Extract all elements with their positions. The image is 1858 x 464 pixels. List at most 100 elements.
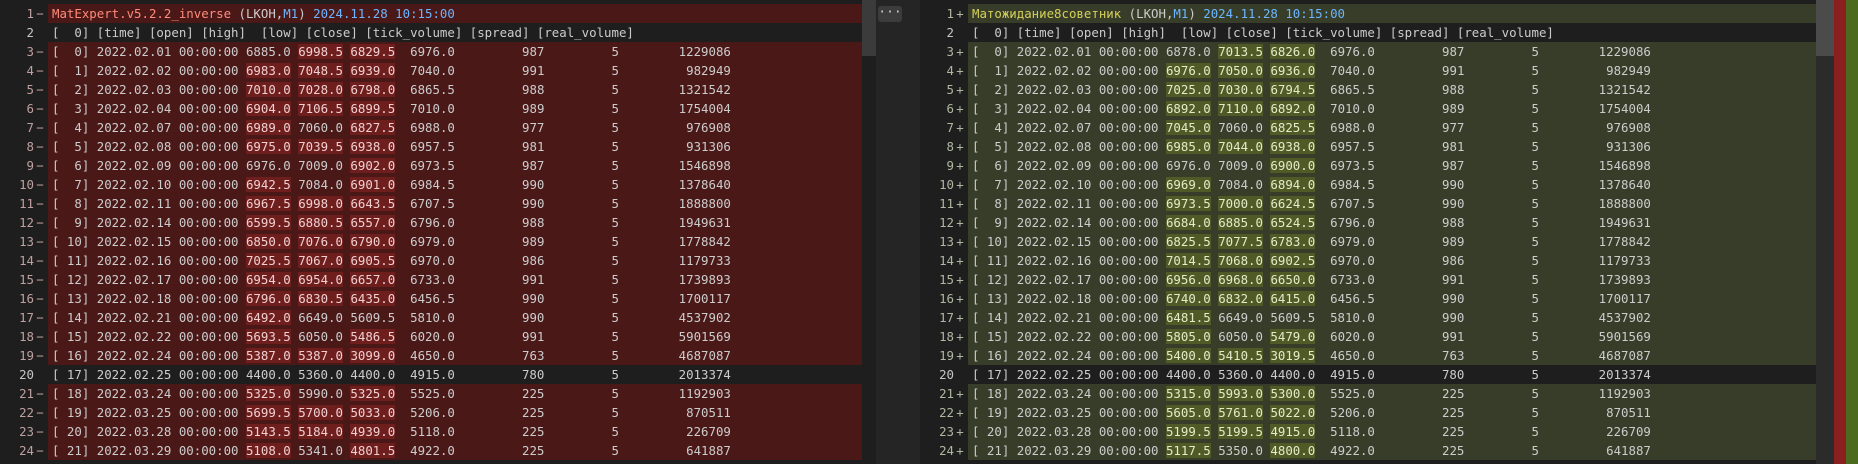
changed-value: 6902.0	[350, 158, 396, 173]
changed-value: 6850.0	[245, 234, 291, 249]
diff-original-pane[interactable]: 1− MatExpert.v5.2.2_inverse (LKOH,M1) 202…	[0, 0, 876, 464]
diff-line[interactable]: 18 + [ 15] 2022.02.22 00:00:00 5805.0 6050…	[920, 327, 1858, 346]
removed-marker: −	[36, 253, 44, 268]
text-segment: 7040.0 991 5 982949	[1315, 63, 1651, 78]
diff-line[interactable]: 2 [ 0] [time] [open] [high] [low] [close]…	[920, 23, 1858, 42]
changed-value: 5410.5	[1218, 348, 1263, 363]
diff-line[interactable]: 13−[ 10] 2022.02.15 00:00:00 6850.0 7076…	[0, 232, 876, 251]
text-segment: [ 18] 2022.03.24 00:00:00	[52, 386, 246, 401]
text-segment: [ 16] 2022.02.24 00:00:00	[972, 348, 1166, 363]
changed-value: 7025.5	[245, 253, 291, 268]
line-content: [ 2] 2022.02.03 00:00:00 7025.0 7030.0 6…	[968, 80, 1858, 99]
line-number: 11	[19, 196, 34, 211]
diff-line[interactable]: 18−[ 15] 2022.02.22 00:00:00 5693.5 6050…	[0, 327, 876, 346]
changed-value: 6825.5	[1270, 120, 1316, 135]
diff-line[interactable]: 20 [ 17] 2022.02.25 00:00:00 4400.0 5360.…	[0, 365, 876, 384]
diff-line[interactable]: 12 + [ 9] 2022.02.14 00:00:00 6684.0 6885.…	[920, 213, 1858, 232]
diff-line[interactable]: 14−[ 11] 2022.02.16 00:00:00 7025.5 7067…	[0, 251, 876, 270]
diff-line[interactable]: 20 [ 17] 2022.02.25 00:00:00 4400.0 5360.…	[920, 365, 1858, 384]
diff-line[interactable]: 8 + [ 5] 2022.02.08 00:00:00 6985.0 7044.0…	[920, 137, 1858, 156]
diff-line[interactable]: 15−[ 12] 2022.02.17 00:00:00 6954.0 6954…	[0, 270, 876, 289]
diff-line[interactable]: 6−[ 3] 2022.02.04 00:00:00 6904.0 7106.5…	[0, 99, 876, 118]
diff-line[interactable]: 22−[ 19] 2022.03.25 00:00:00 5699.5 5700…	[0, 403, 876, 422]
diff-line[interactable]: 10 + [ 7] 2022.02.10 00:00:00 6969.0 7084.…	[920, 175, 1858, 194]
changed-value: 5693.5	[245, 329, 291, 344]
original-scrollbar[interactable]	[862, 0, 876, 464]
changed-value: 7067.0	[298, 253, 343, 268]
diff-line[interactable]: 22 + [ 19] 2022.03.25 00:00:00 5605.0 5761…	[920, 403, 1858, 422]
modified-scrollbar-thumb[interactable]	[1816, 0, 1834, 56]
removed-marker: −	[36, 6, 44, 21]
text-segment: [ 7] 2022.02.10 00:00:00	[972, 177, 1166, 192]
diff-line[interactable]: 1− MatExpert.v5.2.2_inverse (LKOH,M1) 202…	[0, 4, 876, 23]
line-content: [ 16] 2022.02.24 00:00:00 5400.0 5410.5 …	[968, 346, 1858, 365]
overview-ruler-added	[1846, 0, 1858, 464]
diff-line[interactable]: 3 + [ 0] 2022.02.01 00:00:00 6878.0 7013.5…	[920, 42, 1858, 61]
changed-value: 7106.5	[298, 101, 343, 116]
line-number: 4	[946, 63, 954, 78]
diff-line[interactable]: 24−[ 21] 2022.03.29 00:00:00 5108.0 5341…	[0, 441, 876, 460]
diff-line[interactable]: 10−[ 7] 2022.02.10 00:00:00 6942.5 7084.…	[0, 175, 876, 194]
added-marker: +	[956, 405, 964, 420]
diff-line[interactable]: 11−[ 8] 2022.02.11 00:00:00 6967.5 6998.…	[0, 194, 876, 213]
text-segment: 6984.5 990 5 1378640	[1315, 177, 1651, 192]
text-segment: 6976.0 987 5 1229086	[1315, 44, 1651, 59]
text-segment: 5341.0	[290, 443, 351, 458]
changed-value: 6998.0	[298, 196, 343, 211]
diff-line[interactable]: 15 + [ 12] 2022.02.17 00:00:00 6956.0 6968…	[920, 270, 1858, 289]
diff-line[interactable]: 9−[ 6] 2022.02.09 00:00:00 6976.0 7009.0…	[0, 156, 876, 175]
text-segment: [ 13] 2022.02.18 00:00:00	[972, 291, 1166, 306]
diff-line[interactable]: 2 [ 0] [time] [open] [high] [low] [close]…	[0, 23, 876, 42]
removed-marker: −	[36, 196, 44, 211]
diff-line[interactable]: 6 + [ 3] 2022.02.04 00:00:00 6892.0 7110.0…	[920, 99, 1858, 118]
diff-modified-pane[interactable]: 1 + Матожидание8советник (LKOH,M1) 2024.11…	[920, 0, 1858, 464]
diff-line[interactable]: 19−[ 16] 2022.02.24 00:00:00 5387.0 5387…	[0, 346, 876, 365]
modified-scrollbar[interactable]	[1816, 0, 1834, 464]
original-scrollbar-thumb[interactable]	[862, 0, 876, 56]
line-number: 18	[19, 329, 34, 344]
diff-line[interactable]: 16 + [ 13] 2022.02.18 00:00:00 6740.0 6832…	[920, 289, 1858, 308]
more-actions-button[interactable]: ···	[878, 6, 902, 22]
text-segment: 6865.5 988 5 1321542	[395, 82, 731, 97]
diff-line[interactable]: 14 + [ 11] 2022.02.16 00:00:00 7014.5 7068…	[920, 251, 1858, 270]
diff-line[interactable]: 24 + [ 21] 2022.03.29 00:00:00 5117.5 5350…	[920, 441, 1858, 460]
changed-value: 5108.0	[245, 443, 291, 458]
diff-line[interactable]: 19 + [ 16] 2022.02.24 00:00:00 5400.0 5410…	[920, 346, 1858, 365]
diff-line[interactable]: 16−[ 13] 2022.02.18 00:00:00 6796.0 6830…	[0, 289, 876, 308]
diff-line[interactable]: 21−[ 18] 2022.03.24 00:00:00 5325.0 5990…	[0, 384, 876, 403]
diff-line[interactable]: 7−[ 4] 2022.02.07 00:00:00 6989.0 7060.0…	[0, 118, 876, 137]
changed-value: 6657.0	[350, 272, 396, 287]
diff-line[interactable]: 4−[ 1] 2022.02.02 00:00:00 6983.0 7048.5…	[0, 61, 876, 80]
diff-line[interactable]: 1 + Матожидание8советник (LKOH,M1) 2024.11…	[920, 4, 1858, 23]
text-segment: [ 11] 2022.02.16 00:00:00	[972, 253, 1166, 268]
diff-line[interactable]: 9 + [ 6] 2022.02.09 00:00:00 6976.0 7009.0…	[920, 156, 1858, 175]
diff-line[interactable]: 17−[ 14] 2022.02.21 00:00:00 6492.0 6649…	[0, 308, 876, 327]
diff-line[interactable]: 5−[ 2] 2022.02.03 00:00:00 7010.0 7028.0…	[0, 80, 876, 99]
diff-line[interactable]: 23−[ 20] 2022.03.28 00:00:00 5143.5 5184…	[0, 422, 876, 441]
changed-value: 7044.0	[1218, 139, 1263, 154]
text-segment: [ 0] [time] [open] [high] [low] [close] …	[52, 25, 634, 40]
diff-line[interactable]: 7 + [ 4] 2022.02.07 00:00:00 7045.0 7060.0…	[920, 118, 1858, 137]
diff-line[interactable]: 17 + [ 14] 2022.02.21 00:00:00 6481.5 6649…	[920, 308, 1858, 327]
diff-line[interactable]: 5 + [ 2] 2022.02.03 00:00:00 7025.0 7030.0…	[920, 80, 1858, 99]
line-content: [ 21] 2022.03.29 00:00:00 5108.0 5341.0 …	[48, 441, 876, 460]
changed-value: 6684.0	[1165, 215, 1211, 230]
changed-value: 6936.0	[1270, 63, 1316, 78]
diff-line[interactable]: 23 + [ 20] 2022.03.28 00:00:00 5199.5 5199…	[920, 422, 1858, 441]
text-segment: [ 14] 2022.02.21 00:00:00	[52, 310, 246, 325]
diff-line[interactable]: 8−[ 5] 2022.02.08 00:00:00 6975.0 7039.5…	[0, 137, 876, 156]
text-segment: [ 1] 2022.02.02 00:00:00	[52, 63, 246, 78]
added-marker: +	[956, 120, 964, 135]
text-segment: [ 5] 2022.02.08 00:00:00	[972, 139, 1166, 154]
diff-line[interactable]: 21 + [ 18] 2022.03.24 00:00:00 5315.0 5993…	[920, 384, 1858, 403]
text-segment: 6020.0 991 5 5901569	[395, 329, 731, 344]
diff-line[interactable]: 3−[ 0] 2022.02.01 00:00:00 6885.0 6998.5…	[0, 42, 876, 61]
changed-value: 6954.0	[298, 272, 343, 287]
diff-line[interactable]: 4 + [ 1] 2022.02.02 00:00:00 6976.0 7050.0…	[920, 61, 1858, 80]
diff-line[interactable]: 13 + [ 10] 2022.02.15 00:00:00 6825.5 7077…	[920, 232, 1858, 251]
text-segment: [ 8] 2022.02.11 00:00:00	[972, 196, 1166, 211]
added-marker: +	[956, 139, 964, 154]
diff-line[interactable]: 12−[ 9] 2022.02.14 00:00:00 6599.5 6880.…	[0, 213, 876, 232]
diff-line[interactable]: 11 + [ 8] 2022.02.11 00:00:00 6973.5 7000.…	[920, 194, 1858, 213]
text-segment: 7084.0	[290, 177, 351, 192]
